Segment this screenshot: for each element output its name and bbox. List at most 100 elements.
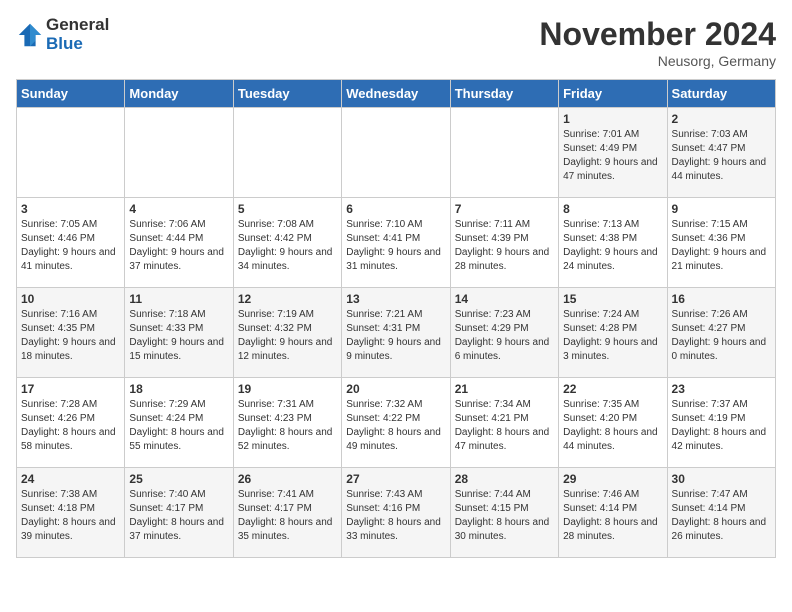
day-number: 6 bbox=[346, 202, 445, 216]
logo-text: General Blue bbox=[46, 16, 109, 53]
col-friday: Friday bbox=[559, 80, 667, 108]
table-cell: 1 Sunrise: 7:01 AM Sunset: 4:49 PM Daylig… bbox=[559, 108, 667, 198]
day-info: Sunrise: 7:23 AM Sunset: 4:29 PM Dayligh… bbox=[455, 308, 554, 364]
day-number: 12 bbox=[238, 292, 337, 306]
calendar-header-row: Sunday Monday Tuesday Wednesday Thursday… bbox=[17, 80, 776, 108]
day-info: Sunrise: 7:31 AM Sunset: 4:23 PM Dayligh… bbox=[238, 398, 337, 454]
day-info: Sunrise: 7:28 AM Sunset: 4:26 PM Dayligh… bbox=[21, 398, 120, 454]
day-number: 3 bbox=[21, 202, 120, 216]
day-number: 30 bbox=[672, 472, 771, 486]
col-wednesday: Wednesday bbox=[342, 80, 450, 108]
day-number: 10 bbox=[21, 292, 120, 306]
day-info: Sunrise: 7:15 AM Sunset: 4:36 PM Dayligh… bbox=[672, 218, 771, 274]
table-cell: 25 Sunrise: 7:40 AM Sunset: 4:17 PM Dayli… bbox=[125, 468, 233, 558]
day-number: 1 bbox=[563, 112, 662, 126]
table-cell: 22 Sunrise: 7:35 AM Sunset: 4:20 PM Dayli… bbox=[559, 378, 667, 468]
title-block: November 2024 Neusorg, Germany bbox=[539, 16, 776, 69]
day-number: 24 bbox=[21, 472, 120, 486]
logo: General Blue bbox=[16, 16, 109, 53]
day-number: 25 bbox=[129, 472, 228, 486]
table-cell: 11 Sunrise: 7:18 AM Sunset: 4:33 PM Dayli… bbox=[125, 288, 233, 378]
day-info: Sunrise: 7:44 AM Sunset: 4:15 PM Dayligh… bbox=[455, 488, 554, 544]
table-cell bbox=[125, 108, 233, 198]
day-number: 29 bbox=[563, 472, 662, 486]
table-cell: 29 Sunrise: 7:46 AM Sunset: 4:14 PM Dayli… bbox=[559, 468, 667, 558]
day-number: 14 bbox=[455, 292, 554, 306]
day-info: Sunrise: 7:40 AM Sunset: 4:17 PM Dayligh… bbox=[129, 488, 228, 544]
day-number: 19 bbox=[238, 382, 337, 396]
day-info: Sunrise: 7:16 AM Sunset: 4:35 PM Dayligh… bbox=[21, 308, 120, 364]
table-cell: 3Sunrise: 7:05 AM Sunset: 4:46 PM Daylig… bbox=[17, 198, 125, 288]
day-info: Sunrise: 7:11 AM Sunset: 4:39 PM Dayligh… bbox=[455, 218, 554, 274]
day-number: 17 bbox=[21, 382, 120, 396]
day-number: 13 bbox=[346, 292, 445, 306]
col-monday: Monday bbox=[125, 80, 233, 108]
day-number: 26 bbox=[238, 472, 337, 486]
day-number: 8 bbox=[563, 202, 662, 216]
day-info: Sunrise: 7:26 AM Sunset: 4:27 PM Dayligh… bbox=[672, 308, 771, 364]
week-row-0: 1 Sunrise: 7:01 AM Sunset: 4:49 PM Daylig… bbox=[17, 108, 776, 198]
table-cell: 16 Sunrise: 7:26 AM Sunset: 4:27 PM Dayli… bbox=[667, 288, 775, 378]
day-info: Sunrise: 7:38 AM Sunset: 4:18 PM Dayligh… bbox=[21, 488, 120, 544]
table-cell: 20 Sunrise: 7:32 AM Sunset: 4:22 PM Dayli… bbox=[342, 378, 450, 468]
table-cell bbox=[17, 108, 125, 198]
table-cell: 30 Sunrise: 7:47 AM Sunset: 4:14 PM Dayli… bbox=[667, 468, 775, 558]
week-row-2: 10 Sunrise: 7:16 AM Sunset: 4:35 PM Dayli… bbox=[17, 288, 776, 378]
day-info: Sunrise: 7:34 AM Sunset: 4:21 PM Dayligh… bbox=[455, 398, 554, 454]
table-cell: 19 Sunrise: 7:31 AM Sunset: 4:23 PM Dayli… bbox=[233, 378, 341, 468]
day-info: Sunrise: 7:08 AM Sunset: 4:42 PM Dayligh… bbox=[238, 218, 337, 274]
table-cell: 18 Sunrise: 7:29 AM Sunset: 4:24 PM Dayli… bbox=[125, 378, 233, 468]
table-cell: 14 Sunrise: 7:23 AM Sunset: 4:29 PM Dayli… bbox=[450, 288, 558, 378]
table-cell: 5 Sunrise: 7:08 AM Sunset: 4:42 PM Daylig… bbox=[233, 198, 341, 288]
day-number: 23 bbox=[672, 382, 771, 396]
day-info: Sunrise: 7:37 AM Sunset: 4:19 PM Dayligh… bbox=[672, 398, 771, 454]
col-tuesday: Tuesday bbox=[233, 80, 341, 108]
day-number: 28 bbox=[455, 472, 554, 486]
day-number: 20 bbox=[346, 382, 445, 396]
day-info: Sunrise: 7:35 AM Sunset: 4:20 PM Dayligh… bbox=[563, 398, 662, 454]
day-number: 27 bbox=[346, 472, 445, 486]
table-cell: 17 Sunrise: 7:28 AM Sunset: 4:26 PM Dayli… bbox=[17, 378, 125, 468]
table-cell: 6 Sunrise: 7:10 AM Sunset: 4:41 PM Daylig… bbox=[342, 198, 450, 288]
day-number: 9 bbox=[672, 202, 771, 216]
table-cell bbox=[342, 108, 450, 198]
col-sunday: Sunday bbox=[17, 80, 125, 108]
table-cell: 12 Sunrise: 7:19 AM Sunset: 4:32 PM Dayli… bbox=[233, 288, 341, 378]
day-info: Sunrise: 7:19 AM Sunset: 4:32 PM Dayligh… bbox=[238, 308, 337, 364]
table-cell: 24 Sunrise: 7:38 AM Sunset: 4:18 PM Dayli… bbox=[17, 468, 125, 558]
day-number: 5 bbox=[238, 202, 337, 216]
table-cell: 21 Sunrise: 7:34 AM Sunset: 4:21 PM Dayli… bbox=[450, 378, 558, 468]
table-cell: 26 Sunrise: 7:41 AM Sunset: 4:17 PM Dayli… bbox=[233, 468, 341, 558]
day-info: Sunrise: 7:24 AM Sunset: 4:28 PM Dayligh… bbox=[563, 308, 662, 364]
table-cell: 13 Sunrise: 7:21 AM Sunset: 4:31 PM Dayli… bbox=[342, 288, 450, 378]
day-info: Sunrise: 7:03 AM Sunset: 4:47 PM Dayligh… bbox=[672, 128, 771, 184]
day-info: Sunrise: 7:18 AM Sunset: 4:33 PM Dayligh… bbox=[129, 308, 228, 364]
page-header: General Blue November 2024 Neusorg, Germ… bbox=[16, 16, 776, 69]
day-info: Sunrise: 7:47 AM Sunset: 4:14 PM Dayligh… bbox=[672, 488, 771, 544]
day-number: 21 bbox=[455, 382, 554, 396]
week-row-4: 24 Sunrise: 7:38 AM Sunset: 4:18 PM Dayli… bbox=[17, 468, 776, 558]
week-row-3: 17 Sunrise: 7:28 AM Sunset: 4:26 PM Dayli… bbox=[17, 378, 776, 468]
location: Neusorg, Germany bbox=[539, 53, 776, 69]
day-number: 18 bbox=[129, 382, 228, 396]
table-cell: 4Sunrise: 7:06 AM Sunset: 4:44 PM Daylig… bbox=[125, 198, 233, 288]
table-cell: 15 Sunrise: 7:24 AM Sunset: 4:28 PM Dayli… bbox=[559, 288, 667, 378]
table-cell bbox=[450, 108, 558, 198]
day-info: Sunrise: 7:01 AM Sunset: 4:49 PM Dayligh… bbox=[563, 128, 662, 184]
day-number: 15 bbox=[563, 292, 662, 306]
day-info: Sunrise: 7:10 AM Sunset: 4:41 PM Dayligh… bbox=[346, 218, 445, 274]
day-number: 16 bbox=[672, 292, 771, 306]
day-info: Sunrise: 7:43 AM Sunset: 4:16 PM Dayligh… bbox=[346, 488, 445, 544]
day-number: 2 bbox=[672, 112, 771, 126]
table-cell: 27 Sunrise: 7:43 AM Sunset: 4:16 PM Dayli… bbox=[342, 468, 450, 558]
day-info: Sunrise: 7:29 AM Sunset: 4:24 PM Dayligh… bbox=[129, 398, 228, 454]
day-info: Sunrise: 7:21 AM Sunset: 4:31 PM Dayligh… bbox=[346, 308, 445, 364]
day-info: Sunrise: 7:41 AM Sunset: 4:17 PM Dayligh… bbox=[238, 488, 337, 544]
day-info: Sunrise: 7:46 AM Sunset: 4:14 PM Dayligh… bbox=[563, 488, 662, 544]
day-number: 11 bbox=[129, 292, 228, 306]
table-cell: 9 Sunrise: 7:15 AM Sunset: 4:36 PM Daylig… bbox=[667, 198, 775, 288]
day-info: Sunrise: 7:32 AM Sunset: 4:22 PM Dayligh… bbox=[346, 398, 445, 454]
table-cell: 23 Sunrise: 7:37 AM Sunset: 4:19 PM Dayli… bbox=[667, 378, 775, 468]
table-cell bbox=[233, 108, 341, 198]
day-number: 22 bbox=[563, 382, 662, 396]
